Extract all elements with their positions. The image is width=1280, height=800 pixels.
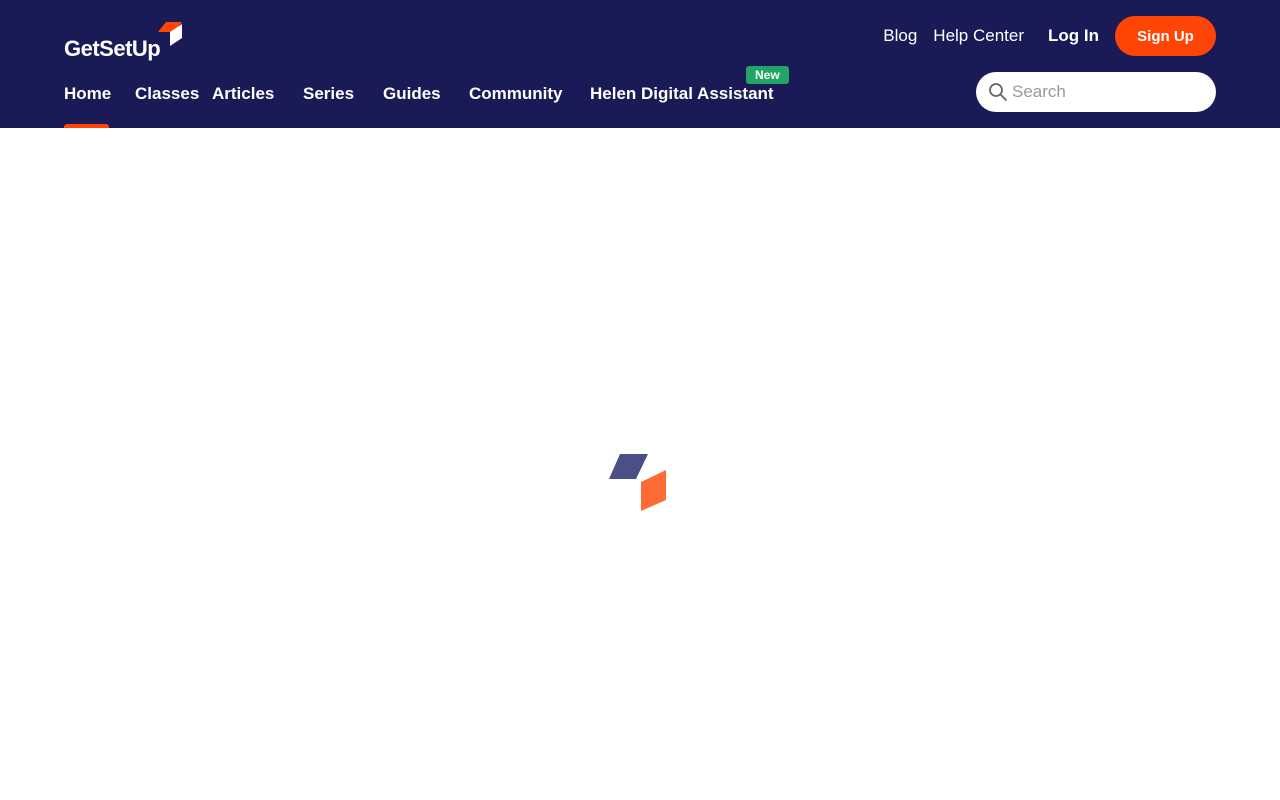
new-badge: New: [746, 66, 789, 84]
top-links: Blog Help Center Log In Sign Up: [883, 16, 1216, 56]
getsetup-logo[interactable]: GetSetUp: [64, 22, 184, 66]
nav-item-helen-digital-assistant[interactable]: Helen Digital Assistant: [590, 84, 774, 104]
sign-up-button[interactable]: Sign Up: [1115, 16, 1216, 56]
logo-wordmark: GetSetUp: [64, 36, 161, 61]
nav-item-articles[interactable]: Articles: [212, 84, 274, 104]
nav-item-classes[interactable]: Classes: [135, 84, 199, 104]
site-header: GetSetUp Blog Help Center Log In Sign Up…: [0, 0, 1280, 128]
help-center-link[interactable]: Help Center: [933, 26, 1024, 46]
nav-item-guides[interactable]: Guides: [383, 84, 441, 104]
nav-item-series[interactable]: Series: [303, 84, 354, 104]
loading-logo-icon: [609, 454, 666, 511]
blog-link[interactable]: Blog: [883, 26, 917, 46]
login-link[interactable]: Log In: [1048, 26, 1099, 46]
search-box[interactable]: [976, 72, 1216, 112]
nav-item-community[interactable]: Community: [469, 84, 563, 104]
nav-active-indicator: [64, 124, 109, 128]
search-input[interactable]: [1012, 82, 1202, 102]
search-icon: [989, 83, 1007, 101]
logo-mark-icon: [158, 22, 182, 46]
nav-item-home[interactable]: Home: [64, 84, 111, 104]
